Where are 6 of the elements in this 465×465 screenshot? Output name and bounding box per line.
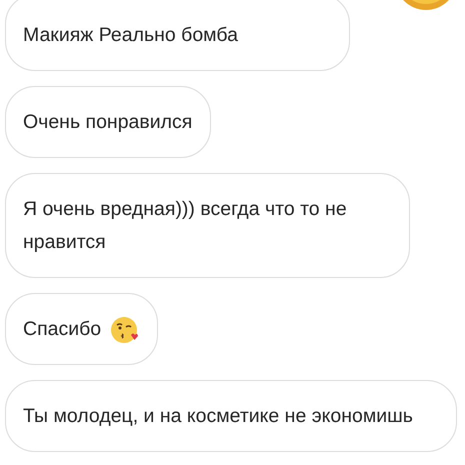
message-text: Спасибо — [23, 317, 102, 342]
message-text: Я очень вредная))) всегда что то не нравится — [23, 197, 348, 255]
message-text: Очень понравился — [23, 110, 192, 135]
kiss-emoji-icon — [109, 314, 140, 344]
message-text: Ты молодец, и на косметике не экономишь — [23, 404, 413, 429]
message-text: Макияж Реально бомба — [23, 23, 238, 48]
